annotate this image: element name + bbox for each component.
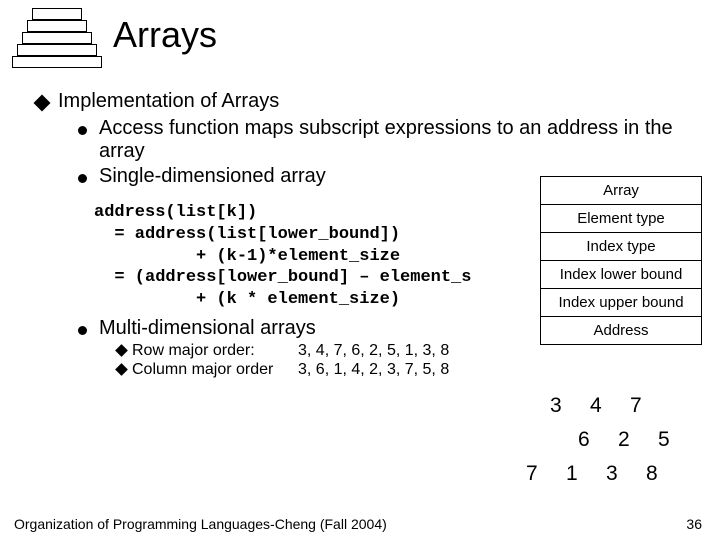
col-major-values: 3, 6, 1, 4, 2, 3, 7, 5, 8 bbox=[298, 361, 449, 379]
row-major-label: Row major order: bbox=[132, 342, 292, 360]
disc-bullet-icon bbox=[78, 326, 87, 335]
slide-header: Arrays bbox=[0, 0, 720, 78]
example-matrix: 3 4 7 6 2 5 7 1 3 8 bbox=[518, 394, 708, 496]
descriptor-table: Array Element type Index type Index lowe… bbox=[540, 176, 702, 345]
layer-3 bbox=[17, 44, 97, 56]
matrix-row-3: 7 1 3 8 bbox=[526, 462, 708, 486]
matrix-cell: 7 bbox=[526, 462, 566, 486]
main-bullet-text: Implementation of Arrays bbox=[58, 90, 279, 113]
main-bullet: Implementation of Arrays bbox=[36, 90, 708, 113]
footer-text: Organization of Programming Languages-Ch… bbox=[14, 516, 387, 532]
disc-bullet-icon bbox=[78, 126, 87, 135]
layers-icon bbox=[6, 8, 101, 78]
disc-bullet-icon bbox=[78, 174, 87, 183]
matrix-row-1: 3 4 7 bbox=[550, 394, 708, 418]
col-major-item: Column major order 3, 6, 1, 4, 2, 3, 7, … bbox=[117, 361, 708, 379]
diamond-bullet-icon bbox=[115, 344, 128, 357]
diamond-bullet-icon bbox=[34, 95, 51, 112]
matrix-cell: 3 bbox=[550, 394, 590, 418]
matrix-cell: 8 bbox=[646, 462, 686, 486]
diamond-bullet-icon bbox=[115, 363, 128, 376]
slide-title: Arrays bbox=[113, 14, 217, 56]
matrix-cell: 2 bbox=[618, 428, 658, 452]
descriptor-row-lower-bound: Index lower bound bbox=[541, 261, 701, 289]
layer-1 bbox=[27, 20, 87, 32]
layer-0 bbox=[32, 8, 82, 20]
descriptor-row-index-type: Index type bbox=[541, 233, 701, 261]
matrix-cell: 6 bbox=[578, 428, 618, 452]
descriptor-row-address: Address bbox=[541, 317, 701, 344]
descriptor-row-element-type: Element type bbox=[541, 205, 701, 233]
col-major-label: Column major order bbox=[132, 361, 292, 379]
sub-bullet-2-text: Single-dimensioned array bbox=[99, 165, 326, 188]
matrix-row-2: 6 2 5 bbox=[578, 428, 708, 452]
matrix-cell: 3 bbox=[606, 462, 646, 486]
sub-bullet-1: Access function maps subscript expressio… bbox=[78, 117, 708, 163]
matrix-cell: 4 bbox=[590, 394, 630, 418]
order-list: Row major order: 3, 4, 7, 6, 2, 5, 1, 3,… bbox=[117, 342, 708, 379]
layer-4 bbox=[12, 56, 102, 68]
matrix-cell: 5 bbox=[658, 428, 698, 452]
row-major-values: 3, 4, 7, 6, 2, 5, 1, 3, 8 bbox=[298, 342, 449, 360]
layer-2 bbox=[22, 32, 92, 44]
matrix-cell: 7 bbox=[630, 394, 670, 418]
sub-bullet-1-text: Access function maps subscript expressio… bbox=[99, 117, 708, 163]
descriptor-row-array: Array bbox=[541, 177, 701, 205]
descriptor-row-upper-bound: Index upper bound bbox=[541, 289, 701, 317]
matrix-cell: 1 bbox=[566, 462, 606, 486]
page-number: 36 bbox=[686, 516, 702, 532]
